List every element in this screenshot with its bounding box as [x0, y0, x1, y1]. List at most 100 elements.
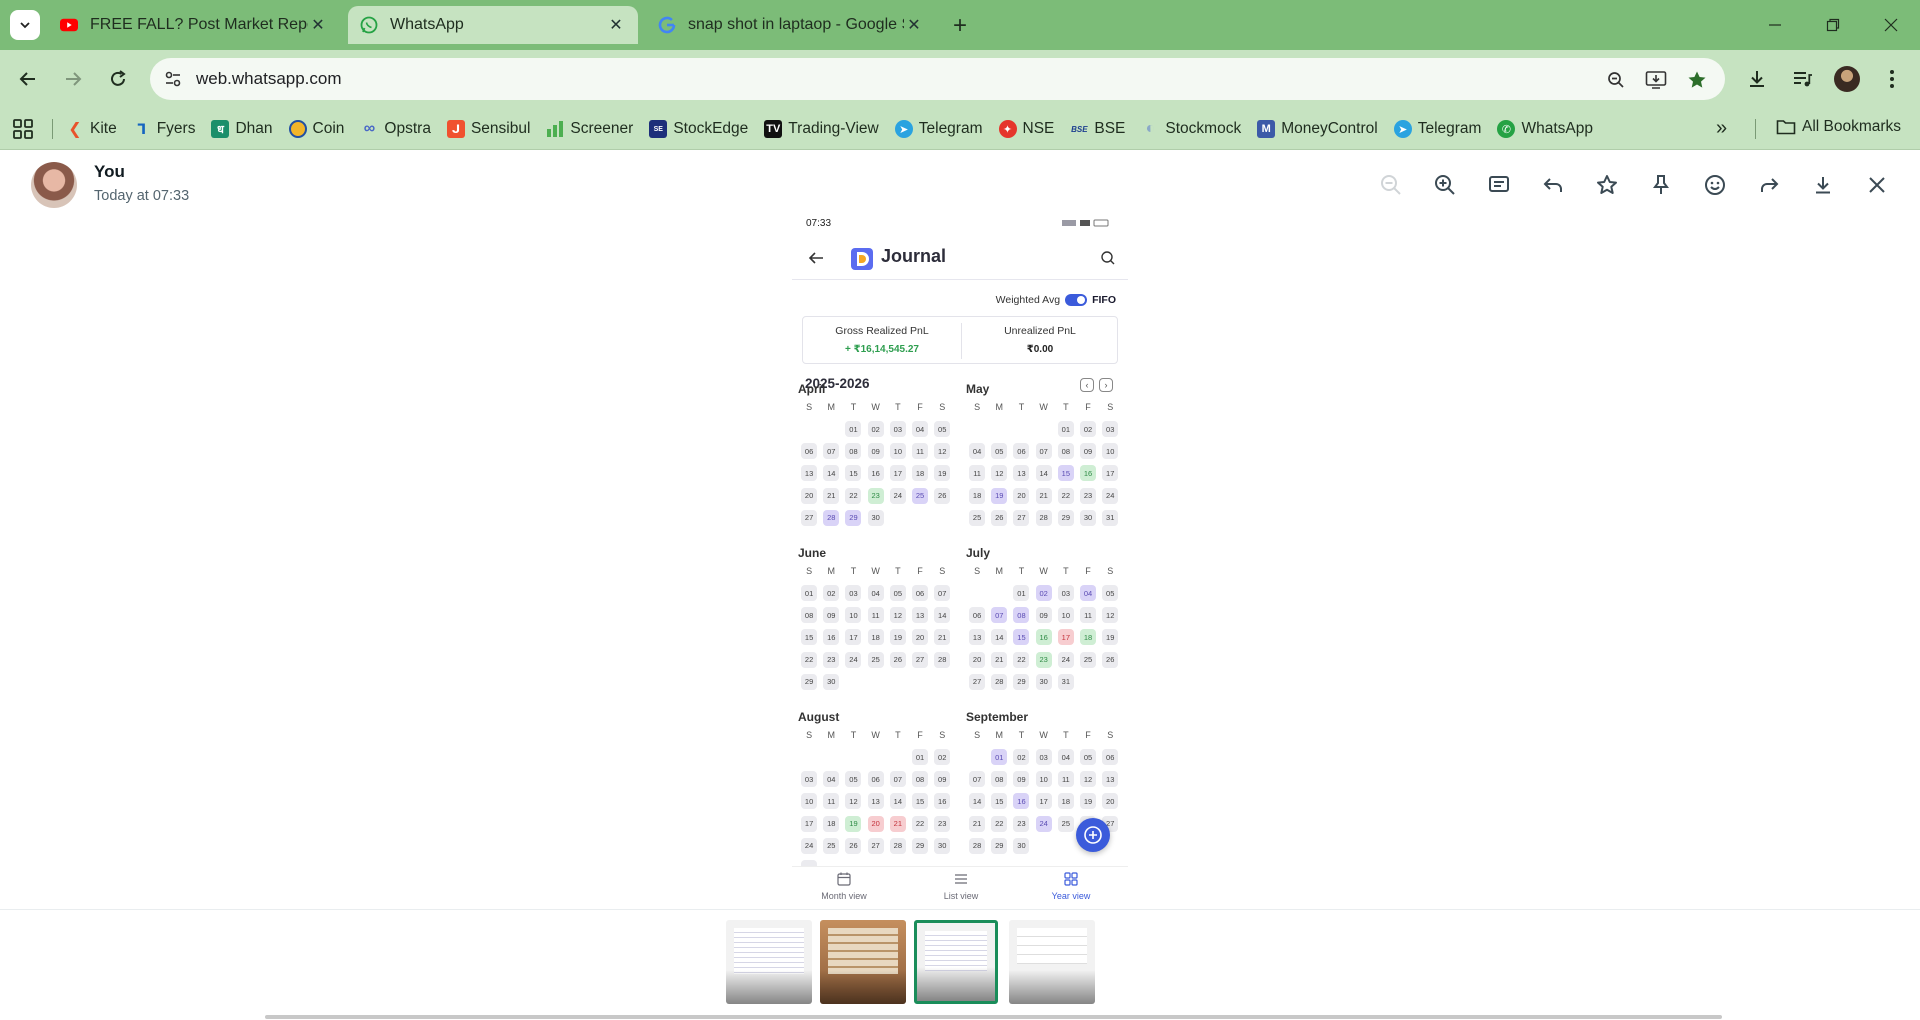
day-cell[interactable]: 24 [798, 835, 820, 857]
day-cell[interactable]: 02 [1077, 418, 1099, 440]
day-cell[interactable]: 06 [865, 768, 887, 790]
day-cell[interactable]: 02 [820, 582, 842, 604]
day-cell[interactable]: 19 [988, 485, 1010, 507]
day-cell[interactable]: 23 [931, 813, 953, 835]
day-cell[interactable]: 10 [1033, 768, 1055, 790]
day-cell[interactable]: 29 [1055, 507, 1077, 529]
day-cell[interactable]: 08 [1010, 604, 1032, 626]
day-cell[interactable]: 18 [966, 485, 988, 507]
day-cell[interactable]: 07 [931, 582, 953, 604]
day-cell[interactable]: 08 [1055, 440, 1077, 462]
bookmark-screener[interactable]: Screener [546, 120, 633, 138]
day-cell[interactable]: 21 [988, 649, 1010, 671]
day-cell[interactable]: 14 [1033, 462, 1055, 484]
day-cell[interactable]: 12 [1099, 604, 1121, 626]
day-cell[interactable]: 02 [1010, 746, 1032, 768]
day-cell[interactable]: 12 [931, 440, 953, 462]
day-cell[interactable]: 09 [865, 440, 887, 462]
reply-button[interactable] [1538, 170, 1568, 200]
day-cell[interactable]: 06 [798, 440, 820, 462]
day-cell[interactable]: 17 [1055, 626, 1077, 648]
day-cell[interactable]: 23 [1033, 649, 1055, 671]
download-button[interactable] [1808, 170, 1838, 200]
day-cell[interactable]: 03 [842, 582, 864, 604]
bookmark-bse[interactable]: BSE BSE [1070, 120, 1125, 138]
day-cell[interactable]: 15 [842, 462, 864, 484]
day-cell[interactable]: 29 [842, 507, 864, 529]
day-cell[interactable]: 14 [931, 604, 953, 626]
more-bookmarks-icon[interactable]: » [1716, 117, 1727, 140]
day-cell[interactable]: 24 [1099, 485, 1121, 507]
media-image[interactable]: 07:33 Journal Weighted Avg FIFO Gross Re… [792, 218, 1128, 908]
day-cell[interactable]: 14 [887, 790, 909, 812]
day-cell[interactable]: 12 [887, 604, 909, 626]
day-cell[interactable]: 30 [1033, 671, 1055, 693]
day-cell[interactable]: 21 [887, 813, 909, 835]
day-cell[interactable]: 08 [842, 440, 864, 462]
day-cell[interactable]: 24 [1033, 813, 1055, 835]
day-cell[interactable]: 19 [1077, 790, 1099, 812]
day-cell[interactable]: 15 [909, 790, 931, 812]
day-cell[interactable]: 17 [887, 462, 909, 484]
close-tab-icon[interactable]: ✕ [904, 15, 924, 35]
day-cell[interactable]: 28 [887, 835, 909, 857]
day-cell[interactable]: 30 [1010, 835, 1032, 857]
day-cell[interactable]: 24 [887, 485, 909, 507]
day-cell[interactable]: 20 [798, 485, 820, 507]
bookmark-stockedge[interactable]: SE StockEdge [649, 120, 748, 138]
day-cell[interactable]: 13 [1010, 462, 1032, 484]
day-cell[interactable]: 19 [842, 813, 864, 835]
sender-avatar[interactable] [31, 162, 77, 208]
apps-grid-icon[interactable] [12, 118, 34, 140]
day-cell[interactable]: 12 [1077, 768, 1099, 790]
bookmark-tradingview[interactable]: TV Trading-View [764, 120, 879, 138]
bookmark-telegram-2[interactable]: ➤ Telegram [1393, 120, 1481, 138]
restore-button[interactable] [1810, 8, 1856, 42]
forward-button[interactable] [1754, 170, 1784, 200]
day-cell[interactable]: 16 [865, 462, 887, 484]
day-cell[interactable]: 22 [988, 813, 1010, 835]
day-cell[interactable]: 13 [966, 626, 988, 648]
day-cell[interactable]: 09 [1077, 440, 1099, 462]
zoom-in-button[interactable] [1430, 170, 1460, 200]
bookmark-dhan[interactable]: ध Dhan [211, 120, 273, 138]
day-cell[interactable]: 27 [865, 835, 887, 857]
day-cell[interactable]: 28 [988, 671, 1010, 693]
day-cell[interactable]: 27 [909, 649, 931, 671]
all-bookmarks-button[interactable]: All Bookmarks [1776, 118, 1901, 136]
day-cell[interactable]: 24 [842, 649, 864, 671]
day-cell[interactable]: 14 [988, 626, 1010, 648]
day-cell[interactable]: 15 [1010, 626, 1032, 648]
day-cell[interactable]: 07 [1033, 440, 1055, 462]
day-cell[interactable]: 08 [909, 768, 931, 790]
day-cell[interactable]: 29 [909, 835, 931, 857]
back-button[interactable] [13, 64, 43, 94]
day-cell[interactable]: 16 [931, 790, 953, 812]
day-cell[interactable]: 06 [909, 582, 931, 604]
day-cell[interactable]: 05 [842, 768, 864, 790]
nav-month-view[interactable]: Month view [799, 871, 889, 901]
tab-whatsapp[interactable]: WhatsApp ✕ [348, 6, 638, 44]
pin-button[interactable] [1646, 170, 1676, 200]
bookmark-fyers[interactable]: ᒣ Fyers [133, 120, 195, 138]
day-cell[interactable]: 04 [1077, 582, 1099, 604]
day-cell[interactable]: 23 [820, 649, 842, 671]
day-cell[interactable]: 06 [966, 604, 988, 626]
bookmark-telegram[interactable]: ➤ Telegram [894, 120, 983, 138]
day-cell[interactable]: 11 [966, 462, 988, 484]
day-cell[interactable]: 16 [1010, 790, 1032, 812]
day-cell[interactable]: 28 [820, 507, 842, 529]
day-cell[interactable]: 06 [1010, 440, 1032, 462]
media-thumbnail[interactable] [726, 920, 812, 1004]
media-thumbnail[interactable] [820, 920, 906, 1004]
day-cell[interactable]: 12 [988, 462, 1010, 484]
day-cell[interactable]: 26 [842, 835, 864, 857]
day-cell[interactable]: 26 [1099, 649, 1121, 671]
tab-google[interactable]: snap shot in laptaop - Google S ✕ [646, 6, 936, 44]
day-cell[interactable]: 04 [865, 582, 887, 604]
url-text[interactable]: web.whatsapp.com [196, 69, 342, 89]
bookmark-whatsapp[interactable]: ✆ WhatsApp [1497, 120, 1593, 138]
react-button[interactable] [1700, 170, 1730, 200]
day-cell[interactable]: 31 [1099, 507, 1121, 529]
bookmark-stockmock[interactable]: ◐ Stockmock [1141, 120, 1242, 138]
